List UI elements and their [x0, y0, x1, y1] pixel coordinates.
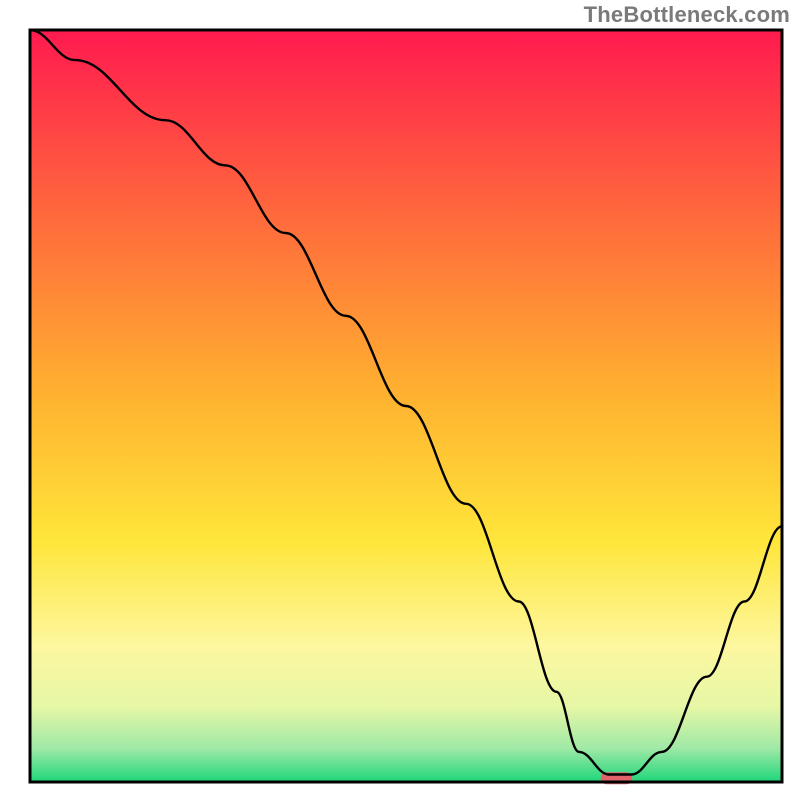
- chart-canvas: TheBottleneck.com: [0, 0, 800, 800]
- bottleneck-chart: [0, 0, 800, 800]
